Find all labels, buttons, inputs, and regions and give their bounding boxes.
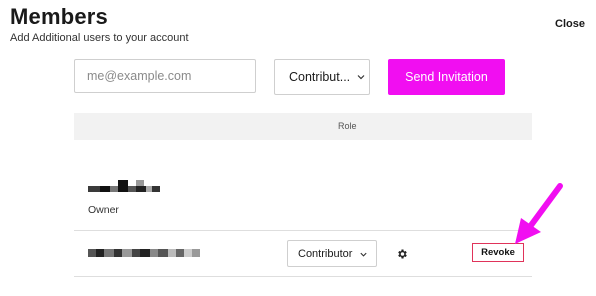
chevron-down-icon <box>357 75 365 80</box>
page-title: Members <box>10 4 108 29</box>
member-email-redacted <box>88 249 200 257</box>
page-subtitle: Add Additional users to your account <box>10 32 189 44</box>
table-header: Role <box>74 113 532 140</box>
table-row-member: Contributor Revoke <box>74 231 532 277</box>
close-button[interactable]: Close <box>555 18 585 30</box>
arrow-pointer-icon <box>515 183 563 244</box>
member-role-select[interactable]: Contributor <box>287 240 377 267</box>
owner-role-label: Owner <box>88 204 119 216</box>
role-column-header: Role <box>338 121 357 131</box>
invite-role-select[interactable]: Contribut... <box>274 59 370 95</box>
owner-name-redacted <box>88 180 160 194</box>
gear-icon[interactable] <box>396 248 408 260</box>
member-role-value: Contributor <box>298 247 353 260</box>
invite-role-value: Contribut... <box>289 70 351 84</box>
table-row-owner: Owner <box>74 140 532 231</box>
email-input[interactable] <box>74 59 256 93</box>
send-invitation-button[interactable]: Send Invitation <box>388 59 505 95</box>
chevron-down-icon <box>360 252 367 257</box>
